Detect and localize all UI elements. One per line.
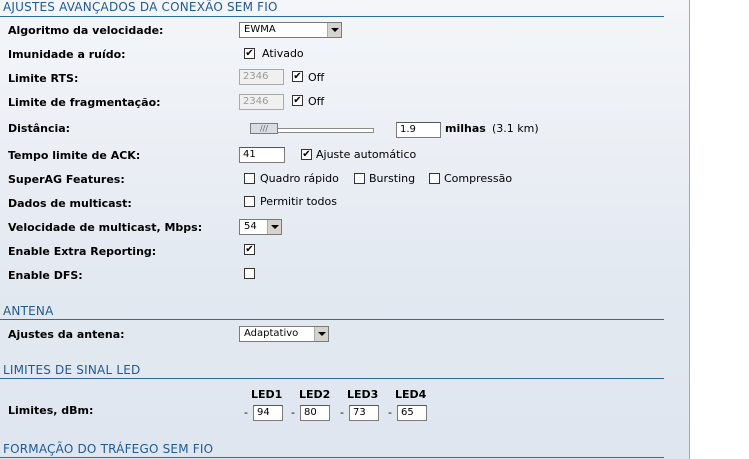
led4-header: LED4 (395, 388, 427, 401)
rate-algorithm-value: EWMA (244, 24, 276, 35)
led-limits-label: Limites, dBm: (8, 404, 94, 417)
noise-immunity-label: Imunidade a ruído: (8, 48, 126, 61)
check-icon: ✔ (302, 149, 311, 160)
led3-input[interactable]: 73 (349, 405, 379, 421)
ack-auto-checkbox[interactable]: ✔ (301, 149, 312, 160)
rts-threshold-input[interactable]: 2346 (239, 69, 284, 85)
allow-all-checkbox[interactable] (244, 196, 255, 207)
section-divider (0, 319, 664, 320)
section-divider (0, 457, 664, 458)
ack-timeout-label: Tempo limite de ACK: (8, 149, 141, 162)
rts-off-checkbox[interactable]: ✔ (292, 71, 303, 82)
multicast-data-label: Dados de multicast: (8, 197, 132, 210)
fast-frame-checkbox[interactable] (244, 173, 255, 184)
check-icon: ✔ (293, 71, 302, 82)
multicast-rate-value: 54 (244, 221, 257, 232)
distance-label: Distância: (8, 122, 71, 135)
section-title-wireless-advanced: AJUSTES AVANÇADOS DA CONEXÃO SEM FIO (3, 0, 278, 14)
extra-reporting-checkbox[interactable]: ✔ (244, 244, 255, 255)
noise-immunity-checkbox[interactable]: ✔ (244, 48, 255, 59)
rate-algorithm-select[interactable]: EWMA (239, 22, 342, 38)
allow-all-label: Permitir todos (260, 195, 337, 208)
compression-checkbox[interactable] (429, 173, 440, 184)
rate-algorithm-label: Algoritmo da velocidade: (8, 24, 164, 37)
fragmentation-input[interactable]: 2346 (239, 94, 284, 110)
rts-off-label: Off (308, 71, 325, 84)
check-icon: ✔ (293, 95, 302, 106)
check-icon: ✔ (245, 244, 254, 255)
led2-minus: - (291, 406, 295, 419)
antenna-settings-label: Ajustes da antena: (8, 328, 125, 341)
chevron-down-icon (327, 23, 341, 37)
section-title-antenna: ANTENA (3, 304, 54, 318)
chevron-down-icon (267, 220, 281, 234)
settings-panel: AJUSTES AVANÇADOS DA CONEXÃO SEM FIO Alg… (0, 0, 690, 459)
distance-input[interactable]: 1.9 (396, 122, 441, 138)
section-divider (0, 378, 664, 379)
fragmentation-label: Limite de fragmentação: (8, 96, 161, 109)
fragmentation-off-checkbox[interactable]: ✔ (292, 95, 303, 106)
distance-unit: milhas (445, 122, 486, 135)
led3-header: LED3 (347, 388, 379, 401)
section-title-led-limits: LIMITES DE SINAL LED (3, 363, 141, 377)
led2-input[interactable]: 80 (300, 405, 330, 421)
superag-label: SuperAG Features: (8, 173, 125, 186)
led3-minus: - (340, 406, 344, 419)
extra-reporting-label: Enable Extra Reporting: (8, 245, 157, 258)
led4-minus: - (388, 406, 392, 419)
distance-km: (3.1 km) (492, 122, 539, 135)
noise-immunity-option-label: Ativado (262, 47, 304, 60)
section-divider (0, 16, 664, 17)
led1-input[interactable]: 94 (253, 405, 283, 421)
bursting-checkbox[interactable] (354, 173, 365, 184)
led1-minus: - (244, 406, 248, 419)
led4-input[interactable]: 65 (397, 405, 427, 421)
fast-frame-label: Quadro rápido (260, 172, 339, 185)
check-icon: ✔ (245, 48, 254, 59)
rts-threshold-label: Limite RTS: (8, 72, 79, 85)
dfs-label: Enable DFS: (8, 269, 83, 282)
compression-label: Compressão (444, 172, 513, 185)
section-title-traffic-shaping: FORMAÇÃO DO TRÁFEGO SEM FIO (3, 442, 214, 456)
fragmentation-off-label: Off (308, 95, 325, 108)
ack-auto-label: Ajuste automático (316, 148, 417, 161)
multicast-rate-label: Velocidade de multicast, Mbps: (8, 221, 203, 234)
slider-handle-icon: /// (259, 124, 269, 133)
bursting-label: Bursting (369, 172, 416, 185)
antenna-settings-value: Adaptativo (244, 328, 299, 339)
ack-timeout-input[interactable]: 41 (239, 147, 285, 163)
led2-header: LED2 (299, 388, 331, 401)
distance-slider-handle[interactable]: /// (250, 123, 278, 134)
dfs-checkbox[interactable] (244, 268, 255, 279)
multicast-rate-select[interactable]: 54 (239, 219, 282, 235)
antenna-settings-select[interactable]: Adaptativo (239, 326, 329, 342)
chevron-down-icon (314, 327, 328, 341)
led1-header: LED1 (251, 388, 283, 401)
